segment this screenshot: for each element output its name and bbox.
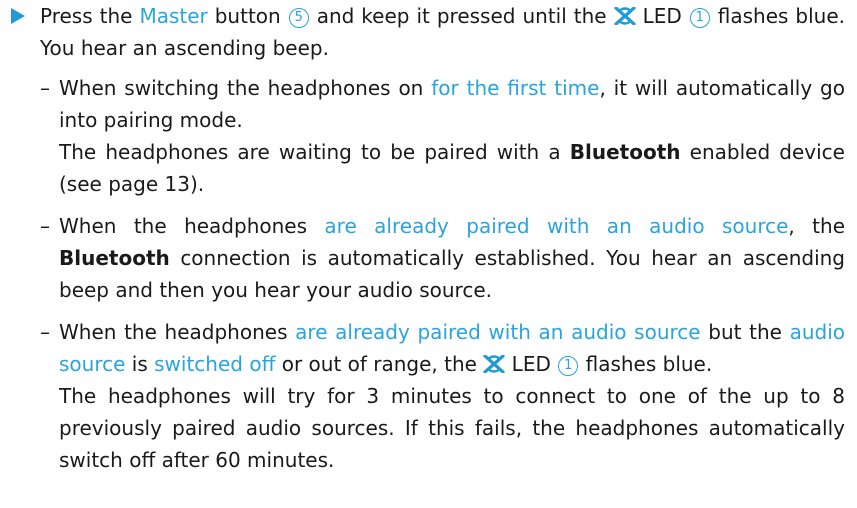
item-text: or out of range, the: [275, 352, 484, 376]
callout-number: 5: [288, 8, 309, 28]
item-text: connection is automatically established.…: [59, 246, 845, 302]
bluetooth-term: Bluetooth: [569, 140, 681, 164]
item-text: When the headphones: [59, 320, 296, 344]
callout-number: 1: [689, 8, 710, 28]
list-item-paragraph: When the headphones are already paired w…: [59, 210, 845, 306]
item-text: but the: [700, 320, 790, 344]
highlighted-term: switched off: [154, 352, 276, 376]
bluetooth-term: Bluetooth: [59, 246, 170, 270]
item-text: The headphones are waiting to be paired …: [59, 140, 570, 164]
list-item: – When the headphones are already paired…: [0, 210, 845, 306]
list-item: – When the headphones are already paired…: [0, 316, 845, 476]
item-text: The headphones will try for 3 minutes to…: [59, 384, 845, 472]
step-text: Press the: [40, 4, 140, 28]
list-item-paragraph: When switching the headphones on for the…: [59, 72, 845, 136]
callout-number: 1: [558, 356, 579, 376]
item-text: is: [125, 352, 155, 376]
instruction-page: Press the Master button 5 and keep it pr…: [0, 0, 857, 508]
highlighted-term: for the first time: [431, 76, 600, 100]
instruction-step: Press the Master button 5 and keep it pr…: [0, 0, 845, 64]
bluetooth-led-icon: [483, 355, 505, 373]
dash-bullet: –: [40, 214, 50, 238]
item-text: , the: [788, 214, 845, 238]
item-text: LED: [505, 352, 558, 376]
list-item-paragraph: When the headphones are already paired w…: [59, 316, 845, 380]
highlighted-term: are already paired with an audio source: [324, 214, 789, 238]
triangle-bullet-icon: [11, 8, 25, 24]
item-text: flashes blue.: [579, 352, 713, 376]
dash-bullet: –: [40, 320, 50, 344]
step-text: button: [207, 4, 288, 28]
master-button-term: Master: [139, 4, 208, 28]
dash-bullet: –: [40, 76, 50, 100]
bluetooth-led-icon: [613, 7, 636, 25]
step-text: LED: [635, 4, 689, 28]
list-item: – When switching the headphones on for t…: [0, 72, 845, 200]
item-text: When the headphones: [59, 214, 325, 238]
item-text: When switching the headphones on: [59, 76, 432, 100]
list-item-paragraph: The headphones will try for 3 minutes to…: [59, 380, 845, 476]
list-item-paragraph: The headphones are waiting to be paired …: [59, 136, 845, 200]
step-text: and keep it pressed until the: [309, 4, 614, 28]
highlighted-term: are already paired with an audio source: [295, 320, 701, 344]
